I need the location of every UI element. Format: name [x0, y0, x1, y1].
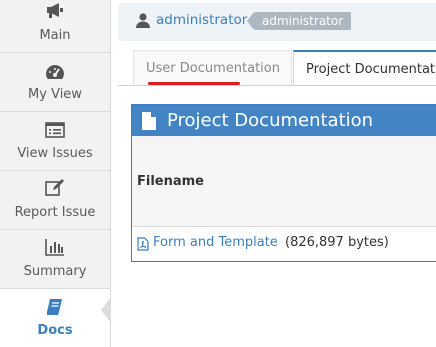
sidebar-item-summary[interactable]: Summary — [0, 230, 110, 289]
column-header-filename: Filename — [137, 174, 204, 189]
dashboard-icon — [0, 64, 110, 80]
sidebar: Main My View View Issues Report Issue Su… — [0, 0, 111, 347]
username-link[interactable]: administrator — [156, 12, 247, 28]
user-icon — [136, 13, 150, 32]
sidebar-item-label: Main — [39, 28, 71, 43]
table-row: Form and Template (826,897 bytes) — [132, 227, 436, 261]
user-bar: administrator administrator — [118, 3, 436, 41]
sidebar-item-label: Summary — [23, 264, 87, 279]
sidebar-item-main[interactable]: Main — [0, 0, 110, 53]
megaphone-icon — [0, 2, 110, 18]
tab-user-documentation[interactable]: User Documentation — [133, 50, 292, 85]
sidebar-item-docs[interactable]: Docs — [0, 289, 111, 347]
file-size: (826,897 bytes) — [285, 235, 389, 250]
sidebar-item-my-view[interactable]: My View — [0, 53, 110, 112]
book-icon — [0, 298, 110, 316]
pdf-file-icon — [137, 236, 149, 255]
list-icon — [0, 122, 110, 138]
widget-title: Project Documentation — [167, 110, 374, 131]
tab-label: Project Documentation — [306, 62, 436, 77]
widget-header: Project Documentation — [132, 105, 436, 136]
tab-project-documentation[interactable]: Project Documentation — [293, 50, 436, 85]
sidebar-item-report-issue[interactable]: Report Issue — [0, 171, 110, 230]
project-documentation-widget: Project Documentation Filename Form and … — [131, 104, 436, 262]
role-badge: administrator — [246, 12, 352, 30]
sidebar-item-label: Docs — [37, 323, 73, 338]
tab-underline — [148, 82, 240, 85]
file-link[interactable]: Form and Template — [153, 235, 278, 250]
active-indicator — [101, 297, 111, 323]
sidebar-item-label: Report Issue — [14, 205, 96, 220]
edit-icon — [0, 179, 110, 197]
tab-label: User Documentation — [146, 61, 280, 76]
sidebar-item-label: View Issues — [17, 146, 93, 161]
sidebar-item-label: My View — [28, 87, 82, 102]
table-header: Filename — [132, 136, 436, 227]
sidebar-item-view-issues[interactable]: View Issues — [0, 112, 110, 171]
bar-chart-icon — [0, 238, 110, 256]
